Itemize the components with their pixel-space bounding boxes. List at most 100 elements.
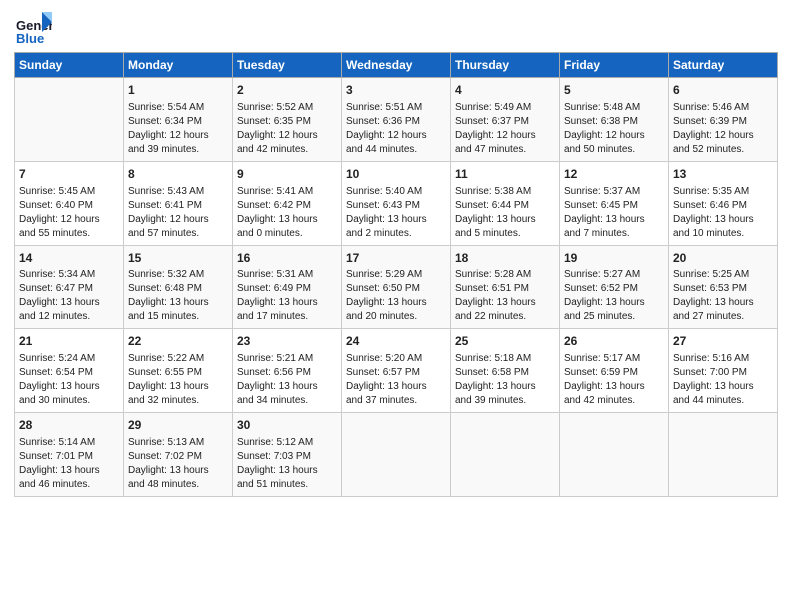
cell-content-line: Daylight: 13 hours: [128, 464, 228, 478]
cell-content-line: Sunset: 7:03 PM: [237, 450, 337, 464]
cell-content-line: and 37 minutes.: [346, 394, 446, 408]
cell-content-line: and 17 minutes.: [237, 310, 337, 324]
cell-content-line: and 30 minutes.: [19, 394, 119, 408]
cell-content-line: Daylight: 13 hours: [455, 380, 555, 394]
cell-content-line: Sunset: 7:01 PM: [19, 450, 119, 464]
day-number: 8: [128, 166, 228, 183]
calendar-table: SundayMondayTuesdayWednesdayThursdayFrid…: [14, 52, 778, 497]
cell-content-line: and 57 minutes.: [128, 227, 228, 241]
cell-content-line: and 22 minutes.: [455, 310, 555, 324]
cell-content-line: and 34 minutes.: [237, 394, 337, 408]
day-number: 2: [237, 82, 337, 99]
cell-content-line: Daylight: 13 hours: [237, 213, 337, 227]
day-number: 23: [237, 333, 337, 350]
day-number: 30: [237, 417, 337, 434]
cell-content-line: Daylight: 13 hours: [564, 213, 664, 227]
cell-content-line: and 44 minutes.: [673, 394, 773, 408]
calendar-week-row: 14Sunrise: 5:34 AMSunset: 6:47 PMDayligh…: [15, 245, 778, 329]
cell-content-line: Sunrise: 5:17 AM: [564, 352, 664, 366]
calendar-cell: 28Sunrise: 5:14 AMSunset: 7:01 PMDayligh…: [15, 413, 124, 497]
day-number: 21: [19, 333, 119, 350]
day-of-week-header: Monday: [124, 53, 233, 78]
day-number: 15: [128, 250, 228, 267]
day-number: 4: [455, 82, 555, 99]
calendar-cell: 26Sunrise: 5:17 AMSunset: 6:59 PMDayligh…: [560, 329, 669, 413]
cell-content-line: Sunrise: 5:14 AM: [19, 436, 119, 450]
cell-content-line: Sunrise: 5:31 AM: [237, 268, 337, 282]
cell-content-line: and 42 minutes.: [237, 143, 337, 157]
day-number: 28: [19, 417, 119, 434]
day-number: 10: [346, 166, 446, 183]
cell-content-line: Sunrise: 5:29 AM: [346, 268, 446, 282]
day-number: 25: [455, 333, 555, 350]
cell-content-line: Sunrise: 5:40 AM: [346, 185, 446, 199]
cell-content-line: Sunrise: 5:25 AM: [673, 268, 773, 282]
cell-content-line: Daylight: 13 hours: [128, 380, 228, 394]
cell-content-line: Daylight: 13 hours: [237, 296, 337, 310]
calendar-cell: 30 Sunrise: 5:12 AMSunset: 7:03 PMDayligh…: [233, 413, 342, 497]
empty-cell: [346, 417, 446, 477]
calendar-cell: 24Sunrise: 5:20 AMSunset: 6:57 PMDayligh…: [342, 329, 451, 413]
cell-content-line: Daylight: 13 hours: [346, 380, 446, 394]
cell-content-line: Daylight: 12 hours: [128, 213, 228, 227]
cell-content-line: and 50 minutes.: [564, 143, 664, 157]
cell-content-line: Daylight: 13 hours: [564, 380, 664, 394]
calendar-cell: 6Sunrise: 5:46 AMSunset: 6:39 PMDaylight…: [669, 78, 778, 162]
logo-icon: General Blue: [14, 10, 52, 48]
cell-content-line: Sunrise: 5:37 AM: [564, 185, 664, 199]
empty-cell: [19, 82, 119, 142]
cell-content-line: Sunrise: 5:13 AM: [128, 436, 228, 450]
cell-content-line: Daylight: 13 hours: [237, 380, 337, 394]
cell-content-line: Sunrise: 5:21 AM: [237, 352, 337, 366]
cell-content-line: Sunrise: 5:24 AM: [19, 352, 119, 366]
day-number: 9: [237, 166, 337, 183]
cell-content-line: Sunset: 6:37 PM: [455, 115, 555, 129]
cell-content-line: and 20 minutes.: [346, 310, 446, 324]
cell-content-line: Sunset: 7:02 PM: [128, 450, 228, 464]
day-number: 1: [128, 82, 228, 99]
cell-content-line: Daylight: 13 hours: [19, 380, 119, 394]
cell-content-line: Sunset: 6:36 PM: [346, 115, 446, 129]
empty-cell: [455, 417, 555, 477]
day-of-week-header: Friday: [560, 53, 669, 78]
cell-content-line: Sunset: 6:47 PM: [19, 282, 119, 296]
cell-content-line: Sunrise: 5:51 AM: [346, 101, 446, 115]
cell-content-line: and 52 minutes.: [673, 143, 773, 157]
cell-content-line: Sunset: 6:51 PM: [455, 282, 555, 296]
calendar-cell: 25Sunrise: 5:18 AMSunset: 6:58 PMDayligh…: [451, 329, 560, 413]
day-number: 11: [455, 166, 555, 183]
calendar-cell: 8Sunrise: 5:43 AMSunset: 6:41 PMDaylight…: [124, 161, 233, 245]
day-number: 14: [19, 250, 119, 267]
cell-content-line: Daylight: 13 hours: [237, 464, 337, 478]
calendar-cell: [669, 413, 778, 497]
calendar-cell: 9Sunrise: 5:41 AMSunset: 6:42 PMDaylight…: [233, 161, 342, 245]
calendar-cell: 5Sunrise: 5:48 AMSunset: 6:38 PMDaylight…: [560, 78, 669, 162]
calendar-week-row: 7Sunrise: 5:45 AMSunset: 6:40 PMDaylight…: [15, 161, 778, 245]
cell-content-line: Sunrise: 5:12 AM: [237, 436, 337, 450]
day-number: 16: [237, 250, 337, 267]
cell-content-line: Sunset: 6:50 PM: [346, 282, 446, 296]
day-number: 20: [673, 250, 773, 267]
empty-cell: [564, 417, 664, 477]
cell-content-line: Sunrise: 5:32 AM: [128, 268, 228, 282]
day-of-week-header: Sunday: [15, 53, 124, 78]
cell-content-line: Sunset: 6:58 PM: [455, 366, 555, 380]
cell-content-line: Daylight: 13 hours: [673, 380, 773, 394]
cell-content-line: Daylight: 12 hours: [19, 213, 119, 227]
cell-content-line: Sunrise: 5:45 AM: [19, 185, 119, 199]
day-number: 7: [19, 166, 119, 183]
day-of-week-header: Tuesday: [233, 53, 342, 78]
cell-content-line: Daylight: 13 hours: [564, 296, 664, 310]
calendar-cell: 4Sunrise: 5:49 AMSunset: 6:37 PMDaylight…: [451, 78, 560, 162]
cell-content-line: and 46 minutes.: [19, 478, 119, 492]
day-number: 5: [564, 82, 664, 99]
cell-content-line: Daylight: 13 hours: [128, 296, 228, 310]
cell-content-line: Sunset: 6:57 PM: [346, 366, 446, 380]
cell-content-line: and 15 minutes.: [128, 310, 228, 324]
calendar-cell: [342, 413, 451, 497]
day-number: 29: [128, 417, 228, 434]
cell-content-line: Sunset: 6:59 PM: [564, 366, 664, 380]
calendar-week-row: 28 Sunrise: 5:14 AMSunset: 7:01 PM Dayligh…: [15, 413, 778, 497]
cell-content-line: Sunset: 6:35 PM: [237, 115, 337, 129]
cell-content-line: and 2 minutes.: [346, 227, 446, 241]
